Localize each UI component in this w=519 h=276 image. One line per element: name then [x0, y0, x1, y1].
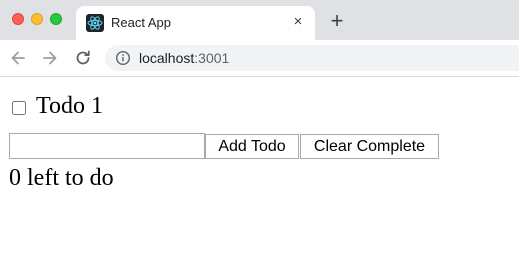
- reload-icon[interactable]: [73, 48, 93, 68]
- browser-titlebar: React App × +: [0, 0, 519, 40]
- todo-label: Todo 1: [36, 93, 103, 119]
- forward-arrow-icon[interactable]: [40, 48, 60, 68]
- window-close-button[interactable]: [12, 13, 24, 25]
- back-arrow-icon[interactable]: [8, 48, 28, 68]
- react-logo-icon: [86, 14, 104, 32]
- page-content: Todo 1 Add Todo Clear Complete 0 left to…: [0, 77, 519, 276]
- clear-complete-button[interactable]: Clear Complete: [300, 134, 439, 159]
- info-icon[interactable]: [115, 50, 131, 66]
- browser-toolbar: localhost:3001: [0, 40, 519, 77]
- address-bar[interactable]: localhost:3001: [105, 45, 519, 71]
- browser-tab[interactable]: React App ×: [76, 6, 315, 40]
- todo-checkbox[interactable]: [12, 101, 26, 115]
- window-zoom-button[interactable]: [50, 13, 62, 25]
- remaining-count: 0 left to do: [9, 165, 114, 191]
- add-todo-button[interactable]: Add Todo: [205, 134, 299, 159]
- close-tab-icon[interactable]: ×: [291, 14, 305, 29]
- new-todo-input[interactable]: [9, 133, 205, 159]
- tab-title: React App: [111, 15, 171, 30]
- address-url: localhost:3001: [139, 50, 229, 66]
- window-minimize-button[interactable]: [31, 13, 43, 25]
- url-port: :3001: [194, 50, 230, 66]
- url-host: localhost: [139, 50, 195, 66]
- new-tab-button[interactable]: +: [327, 10, 347, 32]
